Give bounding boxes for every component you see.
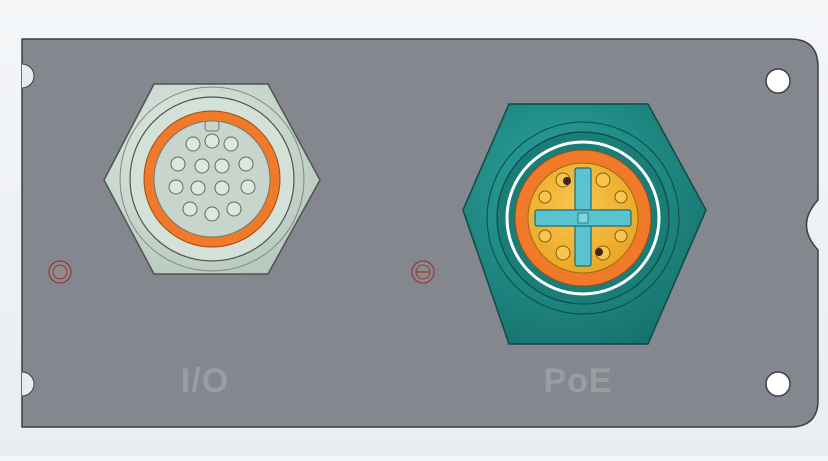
panel-drawing xyxy=(21,38,819,428)
io-port-label: I/O xyxy=(180,362,230,400)
mounting-hole-icon xyxy=(765,68,791,94)
mounting-hole-icon xyxy=(765,371,791,397)
screw-icon xyxy=(48,260,72,284)
connector-panel-view: I/O PoE xyxy=(0,0,828,456)
poe-port-label: PoE xyxy=(543,362,613,400)
screw-icon xyxy=(411,260,435,284)
